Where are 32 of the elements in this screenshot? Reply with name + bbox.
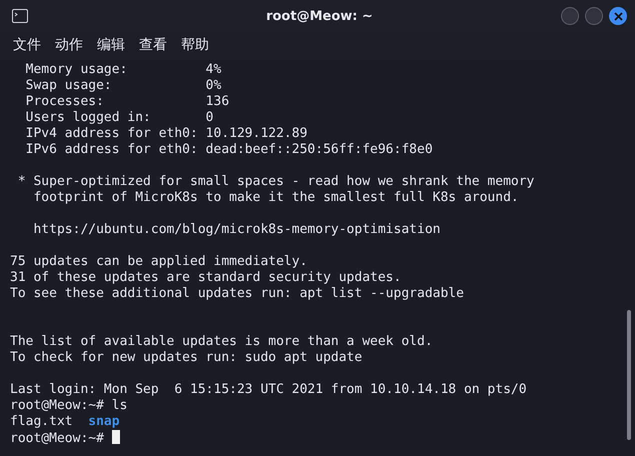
close-icon — [614, 12, 622, 20]
terminal-line: Swap usage: 0% — [24, 78, 222, 94]
menu-item[interactable]: 查看 — [134, 34, 172, 56]
directory-name: snap — [88, 414, 120, 429]
terminal-line: Memory usage: 4% — [24, 62, 222, 78]
terminal-line: IPv4 address for eth0: 10.129.122.89 — [24, 126, 308, 142]
terminal-line: 31 of these updates are standard security updates. — [10, 270, 402, 286]
terminal-line: The list of available updates is more than a week old. — [10, 334, 434, 350]
terminal-icon — [12, 9, 28, 23]
menu-item[interactable]: 文件 — [8, 34, 46, 56]
maximize-button[interactable] — [585, 7, 603, 25]
window-title: root@Meow: ~ — [266, 8, 373, 24]
terminal-line: https://ubuntu.com/blog/microk8s-memory-optimisation — [32, 222, 442, 238]
shell-prompt: root@Meow:~# — [10, 431, 104, 446]
terminal-line: IPv6 address for eth0: dead:beef::250:56ff:fe96:f8e0 — [24, 142, 434, 158]
terminal-line: Processes: 136 — [24, 94, 230, 110]
terminal-line: Last login: Mon Sep 6 15:15:23 UTC 2021 from 10.10.14.18 on pts/0 — [10, 382, 528, 398]
shell-prompt: root@Meow:~# — [10, 398, 104, 413]
terminal-line: 75 updates can be applied immediately. — [10, 254, 308, 270]
terminal-line: To see these additional updates run: apt list --upgradable — [10, 286, 465, 302]
terminal-line: To check for new updates run: sudo apt update — [10, 350, 364, 366]
file-name: flag.txt — [10, 414, 73, 429]
menu-item[interactable]: 动作 — [50, 34, 88, 56]
terminal-line: Users logged in: 0 — [24, 110, 214, 126]
close-button[interactable] — [609, 7, 627, 25]
menu-item[interactable]: 编辑 — [92, 34, 130, 56]
terminal-line: footprint of MicroK8s to make it the smallest full K8s around. — [32, 190, 520, 206]
minimize-button[interactable] — [561, 7, 579, 25]
menu-item[interactable]: 帮助 — [176, 34, 214, 56]
terminal-line: * Super-optimized for small spaces - read how we shrank the memory — [16, 174, 536, 190]
scrollbar[interactable] — [627, 310, 631, 440]
command-text: ls — [112, 398, 128, 413]
